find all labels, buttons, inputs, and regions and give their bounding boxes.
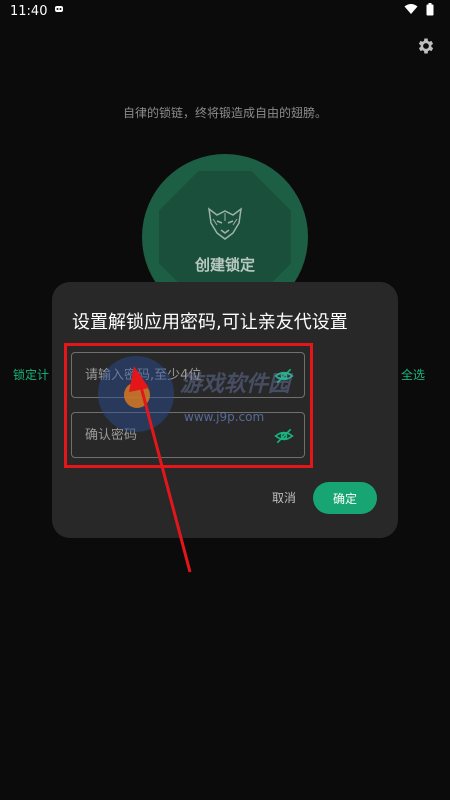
battery-icon <box>426 2 434 20</box>
confirm-button[interactable]: 确定 <box>313 482 377 514</box>
status-bar: 11:40 <box>0 0 450 22</box>
cancel-button[interactable]: 取消 <box>264 488 304 508</box>
watermark-dot <box>124 382 150 408</box>
select-all-button[interactable]: 全选 <box>401 366 425 383</box>
lock-plan-label[interactable]: 锁定计 <box>13 366 49 383</box>
status-left: 11:40 <box>10 3 65 19</box>
tiger-emblem-icon <box>201 199 249 247</box>
watermark-brand: 游戏软件园 <box>180 372 291 397</box>
settings-button[interactable] <box>414 36 438 60</box>
status-right <box>404 2 434 20</box>
dialog-title: 设置解锁应用密码,可让亲友代设置 <box>72 312 348 333</box>
slogan-text: 自律的锁链，终将锻造成自由的翅膀。 <box>122 106 327 120</box>
notification-icon <box>53 3 65 19</box>
watermark-url: www.j9p.com <box>184 410 265 424</box>
eye-off-icon[interactable] <box>274 426 294 446</box>
wifi-icon <box>404 3 418 19</box>
create-lock-label: 创建锁定 <box>194 256 255 274</box>
gear-icon <box>416 36 436 60</box>
status-time: 11:40 <box>10 3 48 19</box>
